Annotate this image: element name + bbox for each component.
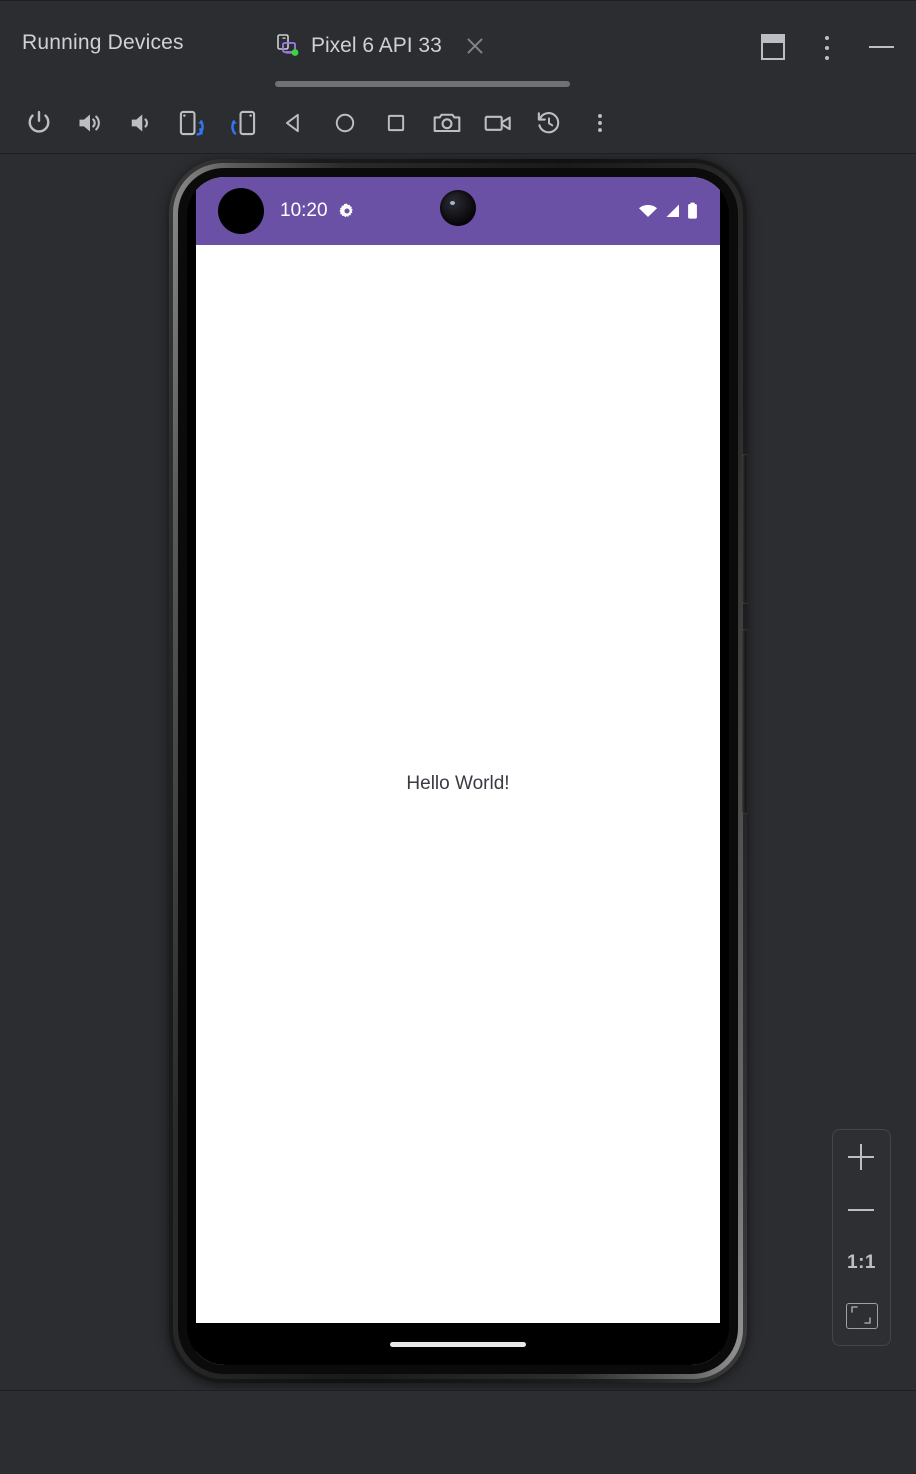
battery-icon	[688, 202, 697, 219]
tab-selection-indicator	[275, 81, 570, 87]
device-frame[interactable]: 10:20 Hello World!	[169, 159, 748, 1383]
gesture-handle[interactable]	[390, 1341, 526, 1347]
emulator-viewport[interactable]: 10:20 Hello World! 1:1	[0, 154, 916, 1390]
volume-down-button[interactable]	[122, 104, 160, 142]
cellular-signal-icon	[666, 204, 679, 217]
window-controls	[756, 27, 898, 67]
zoom-out-button[interactable]	[833, 1183, 890, 1236]
fit-to-screen-button[interactable]	[833, 1289, 890, 1342]
notification-dot-icon	[218, 188, 264, 234]
screenshot-button[interactable]	[428, 104, 466, 142]
home-circle-icon	[335, 113, 355, 132]
running-devices-tool-window: Running Devices Pixel 6 API 33 10:20 Hel…	[0, 0, 916, 1474]
actual-size-button[interactable]: 1:1	[833, 1236, 890, 1289]
close-icon[interactable]	[464, 35, 486, 57]
zoom-controls-panel: 1:1	[832, 1129, 891, 1346]
minimize-button[interactable]	[864, 30, 898, 64]
device-screen[interactable]: 10:20 Hello World!	[196, 177, 720, 1365]
minimize-icon	[869, 46, 894, 48]
status-bar-system-icons	[638, 202, 698, 220]
title-bar: Running Devices Pixel 6 API 33	[0, 0, 916, 92]
tab-pixel-6-api-33[interactable]: Pixel 6 API 33	[275, 15, 486, 77]
hello-world-text: Hello World!	[406, 773, 510, 794]
actual-size-label: 1:1	[847, 1251, 876, 1273]
page-title: Running Devices	[22, 31, 184, 54]
settings-gear-icon	[338, 202, 356, 220]
power-icon	[28, 110, 50, 133]
more-options-button[interactable]	[810, 30, 844, 64]
android-navigation-bar	[196, 1323, 720, 1365]
volume-up-button[interactable]	[71, 104, 109, 142]
volume-rocker-side-button[interactable]	[742, 629, 748, 814]
record-button[interactable]	[479, 104, 517, 142]
back-triangle-icon	[285, 113, 299, 132]
bottom-status-strip	[0, 1390, 916, 1474]
emulator-toolbar	[0, 92, 916, 154]
layout-button[interactable]	[756, 30, 790, 64]
video-camera-icon	[484, 115, 511, 131]
rotate-right-icon	[231, 110, 256, 135]
overflow-button[interactable]	[581, 104, 619, 142]
overview-button[interactable]	[377, 104, 415, 142]
device-running-icon	[275, 33, 301, 59]
android-status-bar: 10:20	[196, 177, 720, 245]
zoom-in-button[interactable]	[833, 1130, 890, 1183]
rotate-left-icon	[179, 110, 204, 136]
power-button[interactable]	[20, 104, 58, 142]
layout-icon	[761, 34, 785, 60]
wifi-icon	[639, 205, 657, 217]
volume-down-icon	[131, 114, 148, 131]
snapshot-button[interactable]	[530, 104, 568, 142]
power-side-button[interactable]	[742, 454, 748, 604]
tab-label: Pixel 6 API 33	[311, 34, 442, 57]
volume-up-icon	[79, 114, 100, 131]
back-button[interactable]	[275, 104, 313, 142]
rotate-right-button[interactable]	[224, 104, 262, 142]
punch-hole-camera	[440, 190, 476, 226]
device-bezel: 10:20 Hello World!	[187, 177, 729, 1365]
fit-to-screen-icon	[845, 1302, 878, 1329]
overview-square-icon	[387, 114, 405, 131]
kebab-menu-icon	[598, 113, 602, 132]
home-button[interactable]	[326, 104, 364, 142]
rotate-left-button[interactable]	[173, 104, 211, 142]
camera-icon	[433, 113, 461, 132]
history-rotate-icon	[537, 111, 560, 133]
kebab-menu-icon	[825, 36, 829, 66]
status-bar-clock: 10:20	[280, 200, 328, 221]
app-content-area[interactable]: Hello World!	[196, 245, 720, 1323]
